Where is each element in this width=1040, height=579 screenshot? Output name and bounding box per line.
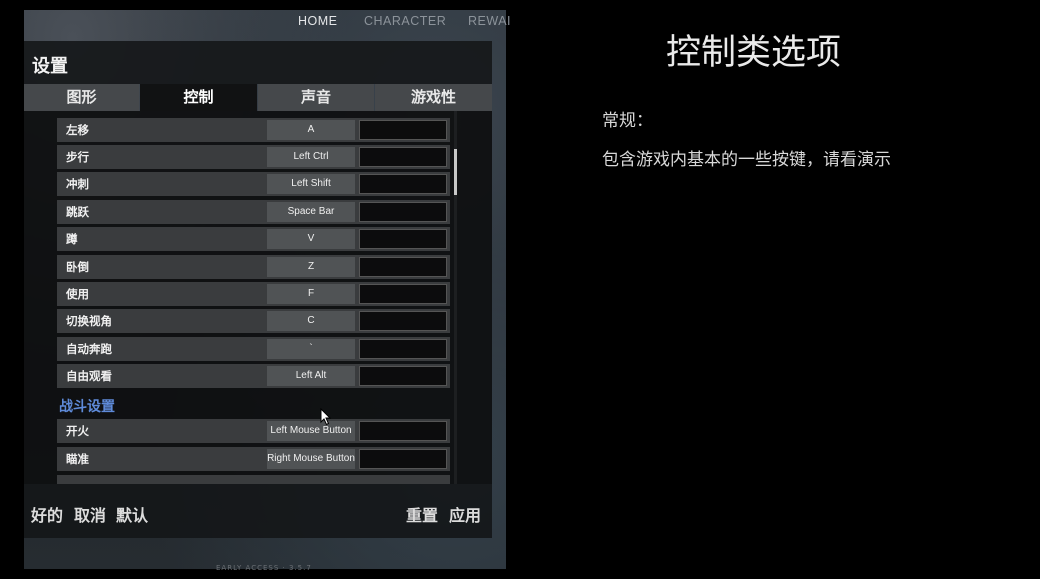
section-header-combat: 战斗设置 (59, 399, 115, 415)
tab-graphics[interactable]: 图形 (24, 84, 139, 111)
version-text: EARLY ACCESS · 3.5.7 (216, 564, 312, 572)
primary-key-button[interactable]: C (267, 311, 355, 331)
cancel-button[interactable]: 取消 (74, 502, 106, 526)
primary-key-button[interactable]: Left Alt (267, 366, 355, 386)
tab-sound[interactable]: 声音 (258, 84, 374, 111)
secondary-key-button[interactable] (359, 229, 447, 249)
binding-label: 瞄准 (66, 452, 89, 466)
binding-row-partial (57, 475, 450, 484)
binding-label: 步行 (66, 150, 89, 164)
secondary-key-button[interactable] (359, 366, 447, 386)
settings-panel: 设置 图形 控制 声音 游戏性 左移 A 步行 Left Ctrl 冲刺 Lef… (24, 41, 492, 538)
nav-rewards[interactable]: REWAI (468, 14, 511, 28)
primary-key-button[interactable]: A (267, 120, 355, 140)
default-button[interactable]: 默认 (116, 502, 148, 526)
ok-button[interactable]: 好的 (31, 502, 63, 526)
binding-row-aim: 瞄准 Right Mouse Button (57, 447, 450, 471)
binding-label: 使用 (66, 287, 89, 301)
settings-footer: 好的 取消 默认 重置 应用 (24, 484, 492, 538)
settings-title: 设置 (32, 56, 68, 77)
binding-row-fire: 开火 Left Mouse Button (57, 419, 450, 443)
binding-row-jump: 跳跃 Space Bar (57, 200, 450, 224)
secondary-key-button[interactable] (359, 257, 447, 277)
binding-row-prone: 卧倒 Z (57, 255, 450, 279)
primary-key-button[interactable]: Z (267, 257, 355, 277)
secondary-key-button[interactable] (359, 311, 447, 331)
binding-label: 跳跃 (66, 205, 89, 219)
slide-subtitle: 常规： (602, 111, 653, 131)
binding-label: 卧倒 (66, 260, 89, 274)
binding-label: 自动奔跑 (66, 342, 112, 356)
tab-controls[interactable]: 控制 (140, 84, 257, 111)
secondary-key-button[interactable] (359, 202, 447, 222)
binding-row-use: 使用 F (57, 282, 450, 306)
primary-key-button[interactable]: Space Bar (267, 202, 355, 222)
nav-character[interactable]: CHARACTER (364, 14, 446, 28)
primary-key-button[interactable]: Left Shift (267, 174, 355, 194)
primary-key-button[interactable]: Left Ctrl (267, 147, 355, 167)
primary-key-button[interactable]: F (267, 284, 355, 304)
slide-description: 包含游戏内基本的一些按键，请看演示 (602, 150, 891, 170)
binding-row-sprint: 冲刺 Left Shift (57, 172, 450, 196)
binding-row-free-look: 自由观看 Left Alt (57, 364, 450, 388)
binding-label: 切换视角 (66, 314, 112, 328)
binding-label: 蹲 (66, 232, 78, 246)
secondary-key-button[interactable] (359, 339, 447, 359)
primary-key-button[interactable]: ` (267, 339, 355, 359)
primary-key-button[interactable]: V (267, 229, 355, 249)
apply-button[interactable]: 应用 (449, 502, 481, 526)
settings-title-bar: 设置 (24, 41, 492, 84)
binding-row-move-left: 左移 A (57, 118, 450, 142)
top-navigation: HOME CHARACTER REWAI (24, 10, 511, 40)
binding-row-auto-run: 自动奔跑 ` (57, 337, 450, 361)
scrollbar-thumb[interactable] (454, 149, 457, 195)
primary-key-button[interactable]: Right Mouse Button (267, 449, 355, 469)
tab-gameplay[interactable]: 游戏性 (375, 84, 492, 111)
binding-label: 左移 (66, 123, 89, 137)
secondary-key-button[interactable] (359, 449, 447, 469)
binding-label: 开火 (66, 424, 89, 438)
secondary-key-button[interactable] (359, 120, 447, 140)
binding-label: 自由观看 (66, 369, 112, 383)
mouse-cursor-icon (320, 408, 332, 426)
primary-key-button[interactable]: Left Mouse Button (267, 421, 355, 441)
secondary-key-button[interactable] (359, 174, 447, 194)
secondary-key-button[interactable] (359, 147, 447, 167)
binding-row-crouch: 蹲 V (57, 227, 450, 251)
reset-button[interactable]: 重置 (406, 502, 438, 526)
binding-row-toggle-view: 切换视角 C (57, 309, 450, 333)
settings-tabs: 图形 控制 声音 游戏性 (24, 84, 492, 111)
keybinding-list: 左移 A 步行 Left Ctrl 冲刺 Left Shift 跳跃 Space… (24, 111, 492, 484)
nav-home[interactable]: HOME (298, 14, 338, 28)
binding-label: 冲刺 (66, 177, 89, 191)
secondary-key-button[interactable] (359, 284, 447, 304)
slide-title: 控制类选项 (666, 33, 842, 73)
binding-row-walk: 步行 Left Ctrl (57, 145, 450, 169)
secondary-key-button[interactable] (359, 421, 447, 441)
